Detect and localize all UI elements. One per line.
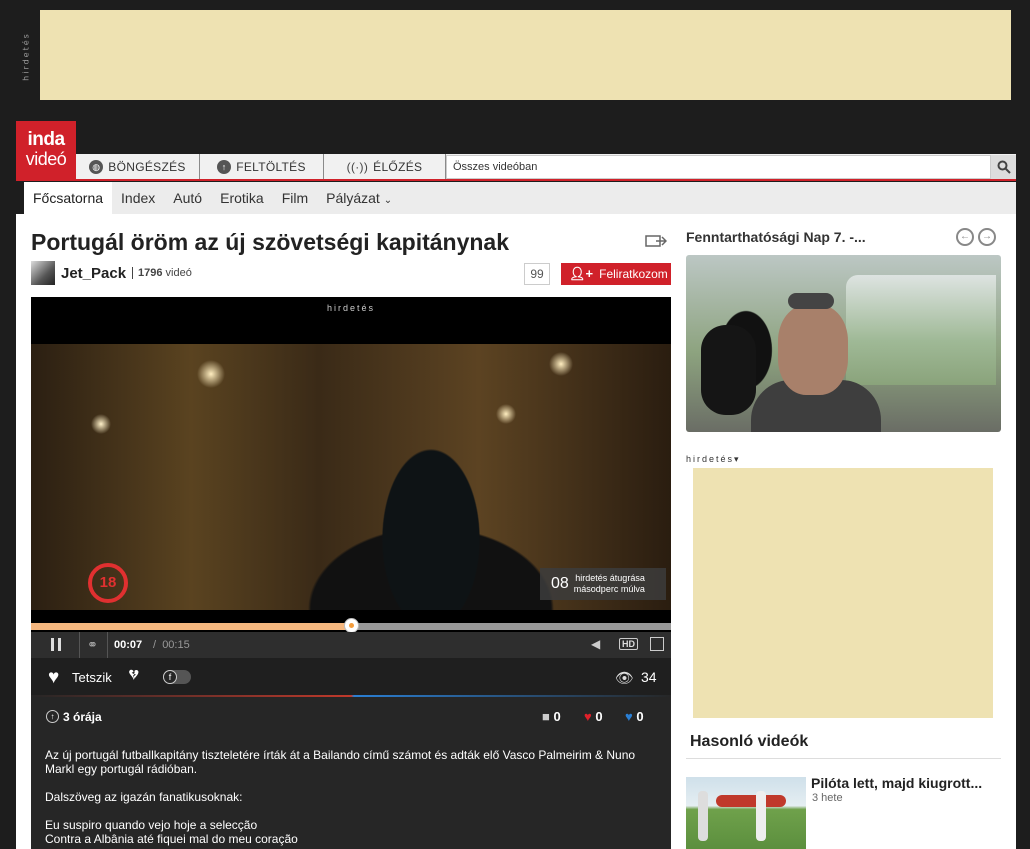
rating-bar <box>31 695 671 697</box>
fullscreen-icon[interactable] <box>650 637 664 651</box>
volume-icon[interactable]: ◀ <box>591 637 600 651</box>
nav-upload-button[interactable]: ↑ FELTÖLTÉS <box>200 154 324 179</box>
duration: / 00:15 <box>153 639 190 651</box>
broken-heart-icon[interactable]: 💔︎ <box>129 667 139 685</box>
featured-video-title[interactable]: Fenntarthatósági Nap 7. -... <box>686 229 866 245</box>
similar-video-thumbnail[interactable] <box>686 777 806 849</box>
comment-stat[interactable]: ■ 0 <box>542 709 561 724</box>
next-arrow-icon[interactable]: → <box>978 228 996 246</box>
similar-video-title[interactable]: Pilóta lett, majd kiugrott... <box>811 775 982 791</box>
upload-icon: ↑ <box>217 159 232 174</box>
wifi-icon: ((·)) <box>346 159 369 174</box>
seek-bar-fill <box>31 623 351 630</box>
share-icon[interactable] <box>645 234 667 248</box>
eye-icon: 👁︎ <box>615 670 635 687</box>
subnav-item-index[interactable]: Index <box>112 182 164 214</box>
main-navbar: ◍ BÖNGÉSZÉS ↑ FELTÖLTÉS ((·)) ÉLŐZÉS Öss… <box>76 154 1016 181</box>
facebook-icon: f <box>163 670 177 684</box>
top-ad-label: hirdetés <box>21 32 31 81</box>
nav-browse-button[interactable]: ◍ BÖNGÉSZÉS <box>76 154 200 179</box>
search-icon <box>997 160 1011 174</box>
video-info-panel: ♥ Tetszik 💔︎ f 👁︎ 34 ↑ 3 órája ■ 0 ♥ 0 ♥… <box>31 658 671 849</box>
description-paragraph: Az új portugál futballkapitány tisztelet… <box>45 748 636 776</box>
subnav-item-erotika[interactable]: Erotika <box>211 182 273 214</box>
subscriber-count: 99 <box>524 263 550 285</box>
player-controls: ⚭ 00:07 / 00:15 ◀ HD <box>31 632 671 658</box>
chevron-down-icon: ⌄ <box>383 195 393 206</box>
logo-line1: inda <box>27 129 65 150</box>
dislike-stat: ♥ 0 <box>625 709 644 724</box>
category-subnav: Főcsatorna Index Autó Erotika Film Pályá… <box>24 182 1016 214</box>
lyrics-line: Eu suspiro quando vejo hoje a selecção <box>45 818 258 832</box>
prev-arrow-icon[interactable]: ← <box>956 228 974 246</box>
upload-time: 3 órája <box>63 710 102 724</box>
uploader-name[interactable]: Jet_Pack <box>61 265 126 282</box>
like-stat: ♥ 0 <box>584 709 603 724</box>
seek-bar[interactable] <box>31 618 671 633</box>
pause-icon[interactable] <box>51 638 61 651</box>
player-ad-label: hirdetés <box>326 303 376 313</box>
nav-live-button[interactable]: ((·)) ÉLŐZÉS <box>324 154 446 179</box>
age-rating-badge: 18 <box>88 563 128 603</box>
uploader-avatar[interactable] <box>31 261 55 285</box>
similar-video-age: 3 hete <box>812 792 843 804</box>
subnav-item-focsatorna[interactable]: Főcsatorna <box>24 182 113 214</box>
search-button[interactable] <box>991 155 1016 179</box>
skip-ad-button[interactable]: 08 hirdetés átugrása másodperc múlva <box>540 568 666 600</box>
sidebar-ad-banner[interactable] <box>693 468 993 718</box>
broken-heart-icon: ♥ <box>625 709 633 724</box>
facebook-toggle[interactable]: f <box>163 670 191 684</box>
video-title: Portugál öröm az új szövetségi kapitányn… <box>31 229 510 255</box>
lyrics-line: Contra a Albânia até fiquei mal do meu c… <box>45 832 298 846</box>
subnav-item-film[interactable]: Film <box>273 182 317 214</box>
uploader-video-count: 1796 videó <box>132 267 192 279</box>
view-count: 34 <box>641 669 657 685</box>
current-time: 00:07 <box>114 639 143 651</box>
heart-icon[interactable]: ♥ <box>48 667 59 689</box>
subnav-item-auto[interactable]: Autó <box>164 182 211 214</box>
logo-line2: videó <box>25 149 67 169</box>
seek-knob[interactable] <box>344 618 359 633</box>
similar-videos-heading: Hasonló videók <box>690 733 809 750</box>
video-player[interactable]: hirdetés 18 08 hirdetés átugrása másodper… <box>31 297 671 657</box>
like-button[interactable]: Tetszik <box>72 670 112 685</box>
description-paragraph: Dalszöveg az igazán fanatikusoknak: <box>45 790 243 804</box>
video-description: Az új portugál futballkapitány tisztelet… <box>45 748 657 846</box>
add-user-icon: 👤︎+ <box>569 266 594 281</box>
search-input[interactable]: Összes videóban <box>446 155 991 179</box>
heart-icon: ♥ <box>584 709 592 724</box>
indavideo-logo[interactable]: inda videó <box>16 121 76 181</box>
comment-icon: ■ <box>542 709 550 724</box>
globe-icon: ◍ <box>89 159 104 174</box>
subnav-item-palyazat[interactable]: Pályázat ⌄ <box>317 182 401 214</box>
subscribe-button[interactable]: 👤︎+ Feliratkozom <box>561 263 671 285</box>
upload-time-icon: ↑ <box>46 710 59 723</box>
link-icon[interactable]: ⚭ <box>87 637 98 653</box>
skip-countdown: 08 <box>551 575 569 592</box>
hd-toggle[interactable]: HD <box>619 638 638 650</box>
like-bar: ♥ Tetszik 💔︎ f 👁︎ 34 <box>31 658 671 696</box>
featured-video-thumbnail[interactable] <box>686 255 1001 432</box>
sidebar-ad-label[interactable]: hirdetés▾ <box>686 454 741 465</box>
top-ad-banner[interactable] <box>40 10 1011 100</box>
